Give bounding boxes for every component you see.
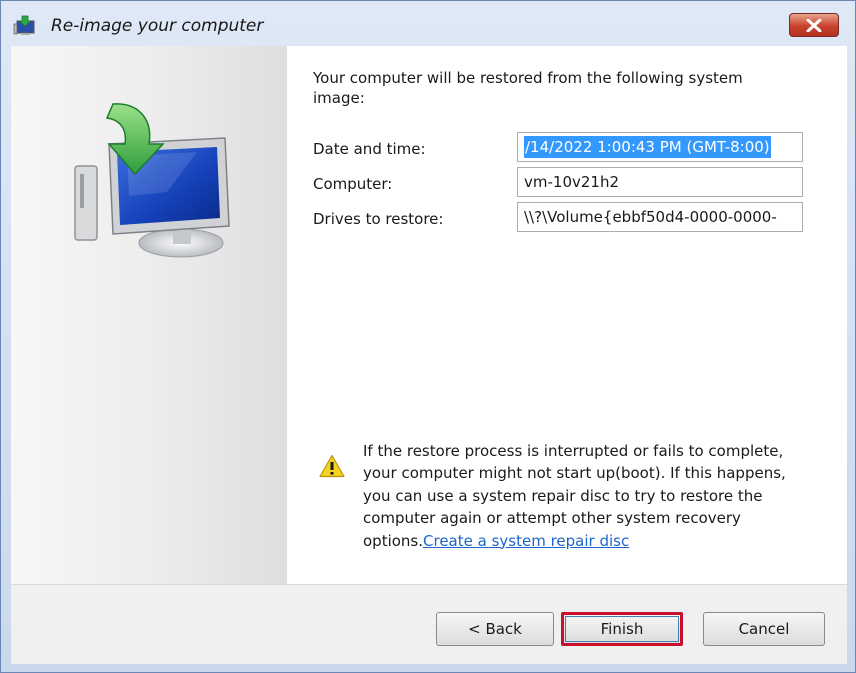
restore-computer-icon [13,15,35,35]
intro-text: Your computer will be restored from the … [313,69,743,107]
restore-computer-illustration [74,103,230,258]
cancel-button[interactable]: Cancel [703,612,825,646]
title-bar[interactable]: Re-image your computer [1,1,855,45]
button-bar: < Back Finish Cancel [11,585,847,664]
drives-field[interactable]: \\?\Volume{ebbf50d4-0000-0000- [517,202,803,232]
computer-field[interactable]: vm-10v21h2 [517,167,803,197]
computer-label: Computer: [313,175,393,193]
warning-icon [319,454,345,478]
date-time-label: Date and time: [313,140,426,158]
side-banner [11,46,287,584]
reimage-dialog: Re-image your computer Your computer wil… [0,0,856,673]
back-button[interactable]: < Back [436,612,554,646]
close-button[interactable] [789,13,839,37]
date-time-field[interactable]: /14/2022 1:00:43 PM (GMT-8:00) [517,132,803,162]
warning-text-block: If the restore process is interrupted or… [363,440,803,552]
dialog-body: Your computer will be restored from the … [11,46,847,664]
close-icon [806,19,822,32]
drives-label: Drives to restore: [313,210,444,228]
create-repair-disc-link[interactable]: Create a system repair disc [423,532,629,550]
finish-button[interactable]: Finish [561,612,683,646]
content-area: Your computer will be restored from the … [311,46,831,584]
finish-label: Finish [600,620,644,638]
window-title: Re-image your computer [51,16,264,36]
date-time-value: /14/2022 1:00:43 PM (GMT-8:00) [524,136,771,158]
